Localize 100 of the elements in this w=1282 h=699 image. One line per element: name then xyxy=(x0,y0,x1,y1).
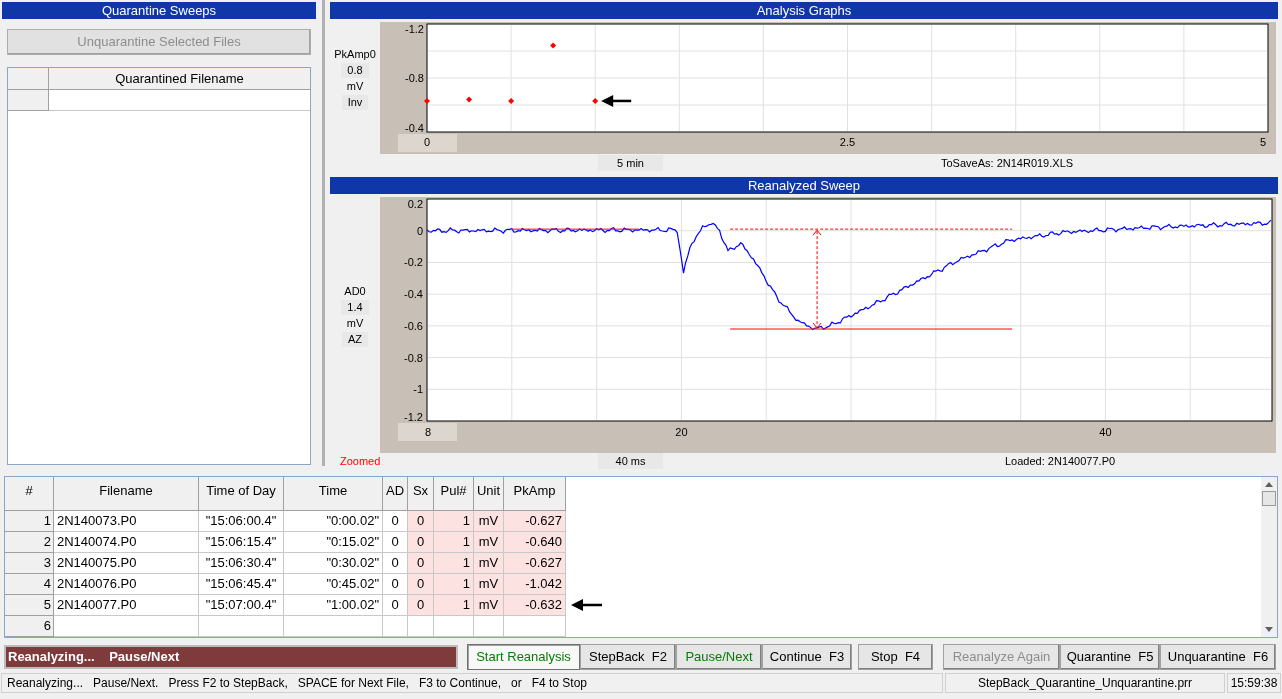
table-cell xyxy=(383,616,408,637)
column-header[interactable]: PkAmp xyxy=(504,477,566,511)
row-header[interactable]: 5 xyxy=(5,595,54,616)
setting-label: AZ xyxy=(341,331,369,347)
table-cell: mV xyxy=(474,511,504,532)
table-cell: 1 xyxy=(434,595,474,616)
table-cell: 2N140074.P0 xyxy=(54,532,199,553)
tick-label: 0.2 xyxy=(407,198,423,210)
table-cell: -0.632 xyxy=(504,595,566,616)
status-message: Reanalyzing... Pause/Next. Press F2 to StepBack, SPACE for Next File, F3 to Continue, or F4 to Stop xyxy=(1,673,943,693)
table-cell: "15:06:45.4" xyxy=(199,574,284,595)
table-cell: "0:00.02" xyxy=(284,511,383,532)
status-banner: Reanalyzing... Pause/Next xyxy=(4,645,458,669)
tick-label: -1.2 xyxy=(405,23,424,35)
table-cell: 0 xyxy=(408,574,434,595)
table-cell: -1.042 xyxy=(504,574,566,595)
scroll-region[interactable] xyxy=(398,134,457,152)
panel-title: Quarantine Sweeps xyxy=(2,2,316,19)
row-header[interactable]: 1 xyxy=(5,511,54,532)
table-cell: "0:15.02" xyxy=(284,532,383,553)
scroll-down-icon[interactable] xyxy=(1265,627,1273,632)
row-header[interactable]: 6 xyxy=(5,616,54,637)
table-cell: 0 xyxy=(408,511,434,532)
table-cell: 0 xyxy=(408,553,434,574)
tick-label: -0.8 xyxy=(404,351,423,364)
tick-label: 40 xyxy=(1099,426,1112,438)
table-cell: "15:06:30.4" xyxy=(199,553,284,574)
row-header[interactable]: 4 xyxy=(5,574,54,595)
tick-label: -1 xyxy=(413,383,423,396)
column-header[interactable]: Filename xyxy=(54,477,199,511)
row-header[interactable]: 3 xyxy=(5,553,54,574)
table-cell: mV xyxy=(474,595,504,616)
panel-title: Analysis Graphs xyxy=(330,2,1278,19)
table-cell: 1 xyxy=(434,532,474,553)
tick-label: -0.4 xyxy=(405,122,424,134)
table-cell: "1:00.02" xyxy=(284,595,383,616)
tick-label: -0.2 xyxy=(404,256,423,269)
scroll-region[interactable] xyxy=(398,423,457,441)
row-header[interactable] xyxy=(8,90,49,111)
tick-label: -1.2 xyxy=(404,411,423,423)
toolbar-button[interactable]: Unquarantine F6 xyxy=(1160,644,1276,670)
corner-cell xyxy=(8,68,49,90)
axis-label: 5 min xyxy=(598,154,663,172)
axis-label: PkAmp0 xyxy=(334,46,376,62)
axis-label: mV xyxy=(346,315,364,331)
zoom-label: Zoomed xyxy=(340,453,382,469)
table-cell: 1 xyxy=(434,553,474,574)
column-header[interactable]: Quarantined Filename xyxy=(49,68,310,90)
tick-label: 20 xyxy=(675,426,688,438)
status-file: StepBack_Quarantine_Unquarantine.prr xyxy=(945,673,1225,693)
tick-label: -0.6 xyxy=(404,319,423,332)
table-cell: "0:45.02" xyxy=(284,574,383,595)
column-header[interactable]: Pul# xyxy=(434,477,474,511)
row-header[interactable]: 2 xyxy=(5,532,54,553)
table-cell: "15:06:15.4" xyxy=(199,532,284,553)
scrollbar[interactable] xyxy=(1261,477,1277,637)
table-cell: "15:06:00.4" xyxy=(199,511,284,532)
table-cell xyxy=(434,616,474,637)
table-cell: 1 xyxy=(434,574,474,595)
scroll-thumb[interactable] xyxy=(1262,491,1276,506)
axis-label: AD0 xyxy=(344,283,366,299)
toolbar-button[interactable]: StepBack F2 xyxy=(580,644,676,670)
toolbar-button[interactable]: Quarantine F5 xyxy=(1060,644,1160,670)
table-cell: "0:30.02" xyxy=(284,553,383,574)
table-cell: 2N140077.P0 xyxy=(54,595,199,616)
setting-label: Inv xyxy=(341,94,369,110)
table-cell xyxy=(408,616,434,637)
axis-label: mV xyxy=(346,78,364,94)
table-cell: mV xyxy=(474,574,504,595)
table-cell: -0.627 xyxy=(504,553,566,574)
toolbar-button[interactable]: Stop F4 xyxy=(858,644,933,670)
table-cell: mV xyxy=(474,532,504,553)
column-header[interactable]: Time of Day xyxy=(199,477,284,511)
file-label: ToSaveAs: 2N14R019.XLS xyxy=(941,155,1074,171)
column-header[interactable]: AD xyxy=(383,477,408,511)
panel-title: Reanalyzed Sweep xyxy=(330,177,1278,194)
tick-label: 2.5 xyxy=(839,136,856,148)
column-header[interactable]: # xyxy=(5,477,54,511)
tick-label: -0.4 xyxy=(404,288,423,301)
tick-label: -0.8 xyxy=(405,72,424,84)
setting-label: 0.8 xyxy=(341,62,369,78)
table-cell xyxy=(474,616,504,637)
toolbar-button[interactable]: Pause/Next xyxy=(676,644,762,670)
table-cell: 2N140073.P0 xyxy=(54,511,199,532)
table-cell: 2N140076.P0 xyxy=(54,574,199,595)
status-time: 15:59:38 xyxy=(1227,673,1281,693)
tick-label: 0 xyxy=(423,136,431,148)
column-header[interactable]: Sx xyxy=(408,477,434,511)
table-cell: 0 xyxy=(408,595,434,616)
tick-label: 0 xyxy=(416,224,423,237)
tick-label: 5 xyxy=(1259,136,1266,148)
scroll-up-icon[interactable] xyxy=(1265,482,1273,487)
column-header[interactable]: Time xyxy=(284,477,383,511)
column-header[interactable]: Unit xyxy=(474,477,504,511)
toolbar-button[interactable]: Start Reanalysis xyxy=(467,644,580,670)
toolbar-button[interactable]: Continue F3 xyxy=(762,644,852,670)
table-cell: -0.627 xyxy=(504,511,566,532)
file-label: Loaded: 2N140077.P0 xyxy=(1005,453,1116,469)
tick-label: 8 xyxy=(425,426,432,438)
table-cell: 2N140075.P0 xyxy=(54,553,199,574)
